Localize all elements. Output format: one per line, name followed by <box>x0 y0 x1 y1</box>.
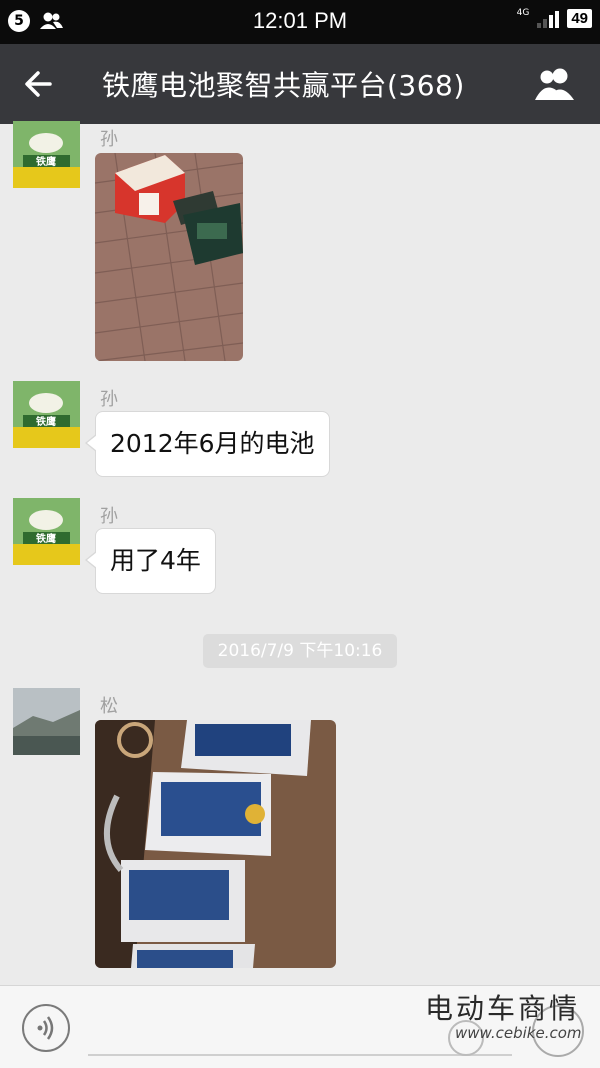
watermark-url: www.cebike.com <box>455 1024 582 1042</box>
chat-header: 铁鹰电池聚智共赢平台(368) <box>0 44 600 124</box>
voice-input-icon <box>37 1016 54 1040</box>
text-message[interactable]: 用了4年 <box>85 528 216 594</box>
arrow-left-icon[interactable] <box>20 64 60 104</box>
watermark-title: 电动车商情 <box>425 992 581 1025</box>
status-right: 4G 49 <box>516 7 592 28</box>
avatar[interactable]: 铁鹰 <box>13 498 80 565</box>
status-bar: 5 12:01 PM 4G 49 <box>0 0 600 44</box>
message-input[interactable] <box>88 1054 512 1056</box>
svg-text:铁鹰: 铁鹰 <box>36 415 56 428</box>
svg-text:铁鹰: 铁鹰 <box>36 155 56 168</box>
avatar[interactable]: 铁鹰 <box>13 381 80 448</box>
battery-level: 49 <box>567 9 592 28</box>
image-message[interactable] <box>95 720 336 968</box>
timestamp: 2016/7/9 下午10:16 <box>203 634 397 668</box>
voice-input-button[interactable] <box>22 1004 70 1052</box>
group-members-icon[interactable] <box>530 64 580 104</box>
status-time: 12:01 PM <box>252 8 348 33</box>
svg-text:铁鹰: 铁鹰 <box>36 532 56 545</box>
signal-icon <box>537 10 560 28</box>
avatar[interactable]: 铁鹰 <box>13 121 80 188</box>
text-message[interactable]: 2012年6月的电池 <box>85 411 330 477</box>
network-type: 4G <box>516 7 530 18</box>
chat-title: 铁鹰电池聚智共赢平台(368) <box>102 69 465 102</box>
image-message[interactable] <box>95 153 243 361</box>
avatar[interactable] <box>13 688 80 755</box>
